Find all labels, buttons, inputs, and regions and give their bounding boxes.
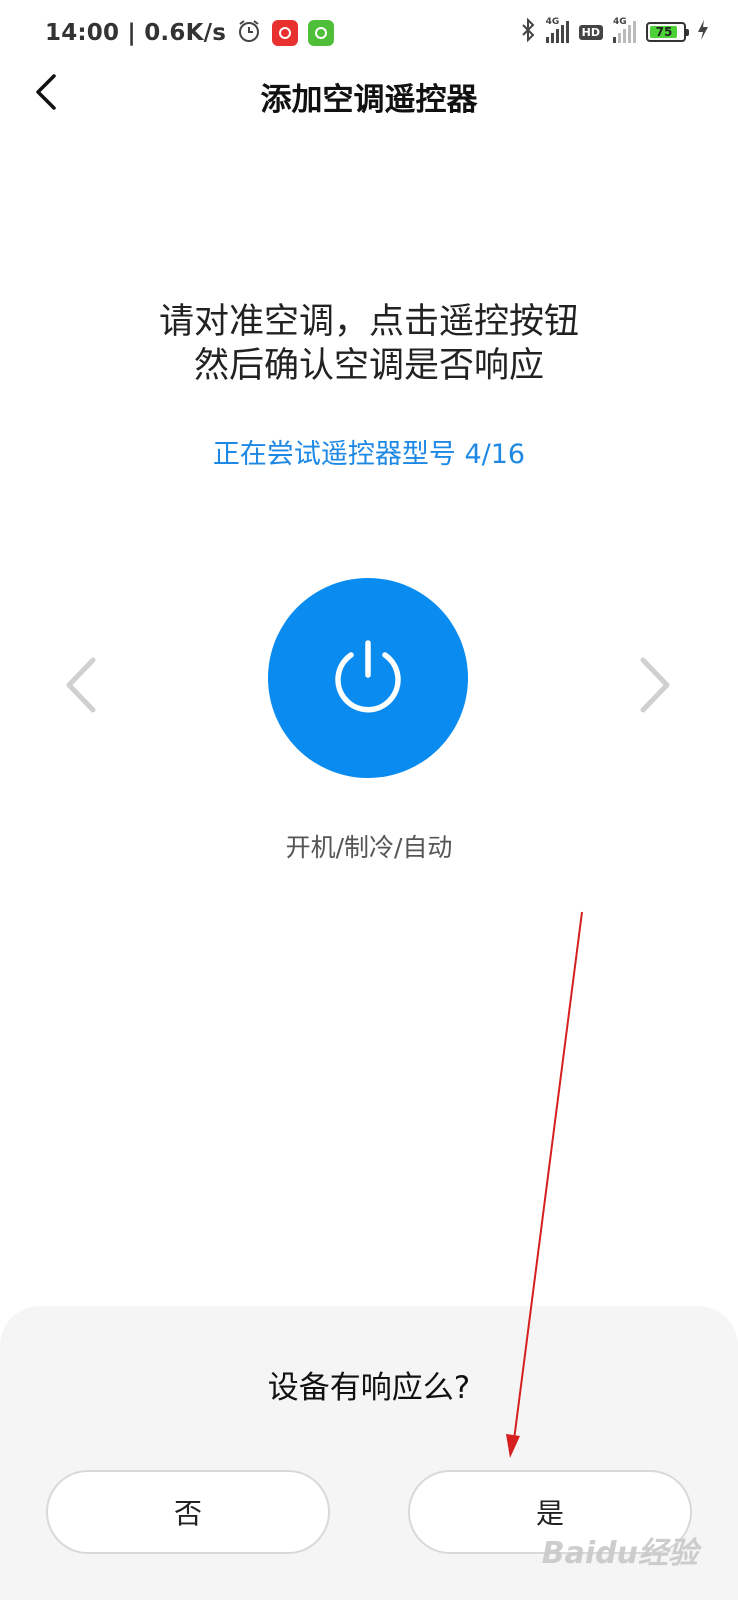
- no-button[interactable]: 否: [46, 1470, 330, 1554]
- instruction-text: 请对准空调，点击遥控按钮 然后确认空调是否响应: [0, 300, 738, 388]
- watermark: Baidu经验: [541, 1536, 698, 1571]
- status-bar: 14:00 | 0.6K/s 4G HD 4G 75: [0, 0, 738, 64]
- remote-model-progress: 正在尝试遥控器型号 4/16: [212, 439, 526, 470]
- power-icon: [335, 640, 401, 713]
- charging-icon: [696, 19, 710, 45]
- status-time-speed: 14:00 | 0.6K/s: [45, 20, 227, 46]
- signal-strength-icon: 4G: [545, 17, 569, 43]
- button-mode-label: 开机/制冷/自动: [285, 833, 453, 862]
- chevron-right-icon: [640, 657, 670, 713]
- alarm-icon: [236, 18, 262, 48]
- hd-voice-badge: HD: [578, 24, 603, 40]
- previous-button-arrow[interactable]: [58, 655, 102, 715]
- battery-icon: 75: [646, 22, 689, 42]
- signal-strength-2-icon: 4G: [613, 17, 636, 43]
- bluetooth-icon: [520, 17, 536, 46]
- netease-music-icon: [272, 20, 299, 46]
- next-button-arrow[interactable]: [634, 655, 678, 715]
- instruction-line-1: 请对准空调，点击遥控按钮: [158, 302, 579, 342]
- response-question: 设备有响应么?: [267, 1370, 471, 1406]
- power-button[interactable]: [268, 578, 468, 778]
- chevron-left-icon: [66, 657, 96, 713]
- app-notification-icon: [308, 20, 335, 46]
- page-title: 添加空调遥控器: [260, 82, 478, 118]
- battery-level: 75: [655, 25, 673, 39]
- instruction-line-2: 然后确认空调是否响应: [193, 346, 544, 386]
